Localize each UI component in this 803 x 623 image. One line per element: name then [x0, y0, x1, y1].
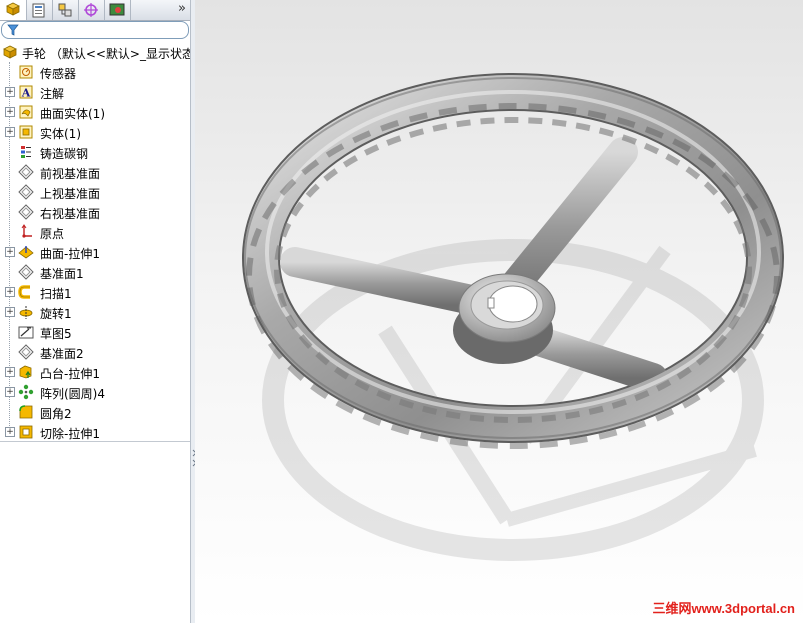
tree-item-plane2[interactable]: 基准面2: [0, 342, 190, 362]
tree-bottom-border: [0, 441, 190, 442]
svg-text:A: A: [21, 87, 31, 100]
tree-item-sketch5[interactable]: 草图5: [0, 322, 190, 342]
tree-item-surface-bodies[interactable]: + 曲面实体(1): [0, 102, 190, 122]
tree-item-label: 传感器: [40, 67, 77, 81]
feature-manager-icon: [6, 2, 20, 16]
tab-property-manager[interactable]: [26, 0, 53, 20]
tree-item-solid-bodies[interactable]: + 实体(1): [0, 122, 190, 142]
tree-item-label: 右视基准面: [40, 207, 101, 221]
filter-icon: [7, 24, 19, 36]
solid-body-icon: [19, 125, 33, 139]
tree-root-part[interactable]: 手轮 （默认<<默认>_显示状态: [0, 42, 194, 62]
tab-display-manager[interactable]: [104, 0, 131, 20]
tree-item-boss-extrude1[interactable]: + 凸台-拉伸1: [0, 362, 190, 382]
tree-item-circular-pattern4[interactable]: + 阵列(圆周)4: [0, 382, 190, 402]
tree-item-annotations[interactable]: + A 注解: [0, 82, 190, 102]
tree-item-label: 曲面实体(1): [40, 107, 105, 121]
tree-item-label: 上视基准面: [40, 187, 101, 201]
part-icon: [3, 45, 17, 59]
tree-item-origin[interactable]: 原点: [0, 222, 190, 242]
plane-icon: [18, 204, 34, 220]
tree-item-label: 圆角2: [40, 407, 72, 421]
handwheel-model: [242, 73, 784, 561]
tab-configuration-manager[interactable]: [52, 0, 79, 20]
origin-icon: [21, 224, 32, 238]
tree-item-label: 凸台-拉伸1: [40, 367, 100, 381]
plane-icon: [18, 264, 34, 280]
tree-item-label: 原点: [40, 227, 65, 241]
tree-item-fillet2[interactable]: 圆角2: [0, 402, 190, 422]
material-icon: [21, 146, 31, 158]
boss-extrude-icon: [19, 365, 32, 379]
revolve-icon: [19, 306, 33, 319]
tree-item-label: 实体(1): [40, 127, 81, 141]
expand-icon[interactable]: +: [5, 127, 15, 137]
tree-item-label: 阵列(圆周)4: [40, 387, 105, 401]
tree-item-surface-extrude[interactable]: + 曲面-拉伸1: [0, 242, 190, 262]
tree-item-label: 前视基准面: [40, 167, 101, 181]
sweep-icon: [18, 285, 30, 299]
sensor-icon: [19, 65, 33, 79]
sketch-icon: [18, 326, 34, 339]
manager-tabs: »: [0, 0, 190, 21]
featuremanager-panel: » 手轮 （默认<<默认>_显示状态 传感器 + A 注解 + 曲面实体(1) …: [0, 0, 194, 623]
tree-item-sensors[interactable]: 传感器: [0, 62, 190, 82]
expand-icon[interactable]: +: [5, 427, 15, 437]
expand-icon[interactable]: +: [5, 307, 15, 317]
tree-item-label: 基准面1: [40, 267, 84, 281]
tree-item-label: 基准面2: [40, 347, 84, 361]
display-manager-icon: [109, 3, 125, 16]
property-manager-icon: [32, 3, 45, 18]
tree-item-label: 铸造碳钢: [40, 147, 89, 161]
tree-root-label: 手轮 （默认<<默认>_显示状态: [22, 47, 194, 61]
graphics-viewport[interactable]: 三维网www.3dportal.cn: [195, 0, 803, 623]
fillet-icon: [19, 405, 33, 419]
plane-icon: [18, 164, 34, 180]
tree-item-label: 曲面-拉伸1: [40, 247, 100, 261]
tree-item-label: 草图5: [40, 327, 72, 341]
configuration-manager-icon: [58, 3, 72, 17]
surface-body-icon: [19, 105, 33, 119]
expand-icon[interactable]: +: [5, 87, 15, 97]
expand-icon[interactable]: +: [5, 107, 15, 117]
tree-item-material[interactable]: 铸造碳钢: [0, 142, 190, 162]
tree-item-label: 切除-拉伸1: [40, 427, 100, 441]
feature-filter-input[interactable]: [1, 21, 189, 39]
tree-item-label: 旋转1: [40, 307, 72, 321]
surface-extrude-icon: [18, 246, 34, 259]
circular-pattern-icon: [18, 384, 34, 400]
tab-feature-manager[interactable]: [0, 0, 27, 20]
expand-icon[interactable]: +: [5, 287, 15, 297]
watermark: 三维网www.3dportal.cn: [652, 601, 795, 616]
tree-item-revolve1[interactable]: + 旋转1: [0, 302, 190, 322]
tab-dimxpert-manager[interactable]: [78, 0, 105, 20]
annotation-icon: A: [19, 85, 33, 100]
more-tabs-chevron-icon[interactable]: »: [178, 1, 186, 16]
plane-icon: [18, 344, 34, 360]
tree-item-front-plane[interactable]: 前视基准面: [0, 162, 190, 182]
tree-item-top-plane[interactable]: 上视基准面: [0, 182, 190, 202]
dimxpert-manager-icon: [84, 3, 98, 17]
tree-item-label: 扫描1: [40, 287, 72, 301]
tree-item-plane1[interactable]: 基准面1: [0, 262, 190, 282]
expand-icon[interactable]: +: [5, 247, 15, 257]
tree-item-label: 注解: [40, 87, 65, 101]
expand-icon[interactable]: +: [5, 367, 15, 377]
tree-item-sweep1[interactable]: + 扫描1: [0, 282, 190, 302]
plane-icon: [18, 184, 34, 200]
expand-icon[interactable]: +: [5, 387, 15, 397]
cut-extrude-icon: [19, 425, 33, 439]
hub: [453, 273, 556, 364]
tree-item-cut-extrude1[interactable]: + 切除-拉伸1: [0, 422, 190, 442]
tree-item-right-plane[interactable]: 右视基准面: [0, 202, 190, 222]
